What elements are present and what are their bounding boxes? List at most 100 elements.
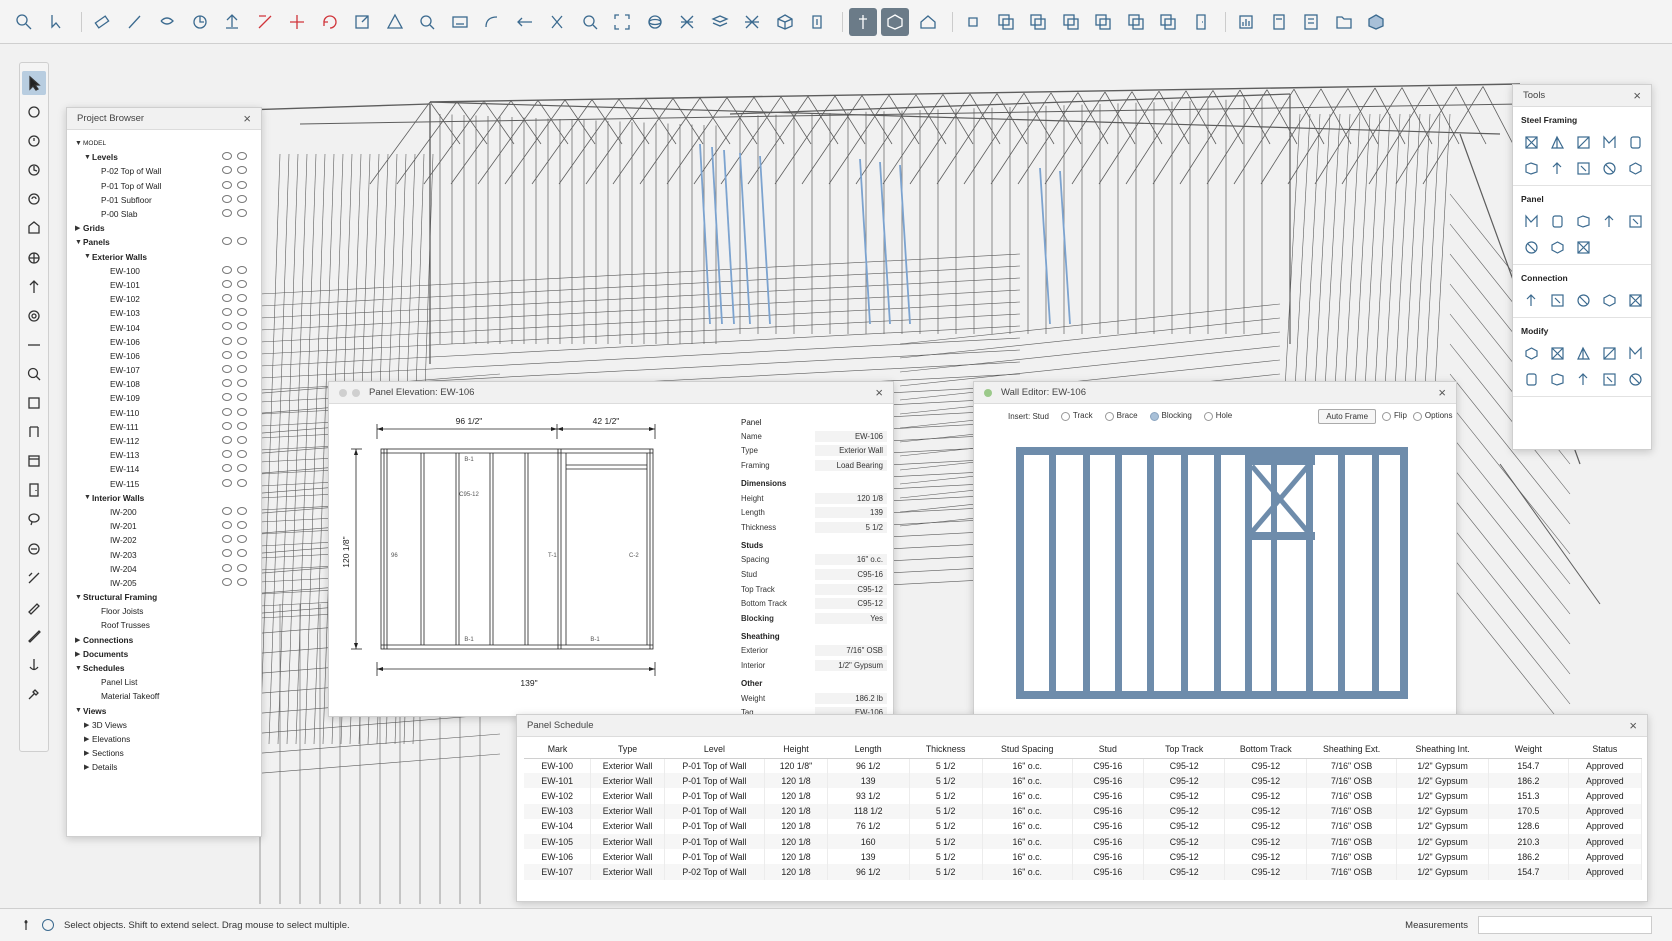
chevron-right-icon[interactable]: ▶ [84,763,92,771]
eraser-icon[interactable] [88,8,116,36]
line-icon[interactable] [22,333,46,357]
lock-icon[interactable] [237,166,247,175]
tool-icon[interactable] [1521,342,1541,364]
options-option[interactable]: Options [1412,411,1453,421]
auto-frame-button[interactable]: Auto Frame [1318,408,1377,424]
property-value[interactable]: 16" o.c. [815,554,887,566]
close-icon[interactable]: × [243,111,251,126]
box-icon[interactable] [881,7,909,36]
tag-icon[interactable] [22,216,46,240]
property-value[interactable]: 1/2" Gypsum [815,659,887,671]
eye-icon[interactable] [222,294,232,303]
door-icon[interactable] [1187,8,1215,36]
lock-icon[interactable] [237,365,247,373]
section-icon[interactable] [673,8,701,36]
chevron-down-icon[interactable]: ▼ [75,140,83,147]
radio-icon[interactable] [1412,411,1422,421]
tree-item[interactable]: ▼ Views [75,704,253,718]
target-icon[interactable] [22,304,46,328]
header[interactable] [1245,455,1315,465]
stud[interactable] [1338,448,1345,698]
eye-icon[interactable] [222,265,232,274]
tree-item[interactable]: IW-204 [75,562,253,576]
eye-icon[interactable] [222,350,232,359]
eye-icon[interactable] [222,279,232,288]
lasso-icon[interactable] [22,507,46,531]
eye-icon[interactable] [222,549,232,558]
chevron-down-icon[interactable]: ▼ [84,154,92,161]
tool-icon[interactable] [1599,342,1619,364]
tool-icon[interactable] [1547,289,1567,311]
eye-icon[interactable] [222,152,232,161]
table-row[interactable]: EW-100 Exterior Wall P-01 Top of Wall 120 1… [524,758,1643,774]
layers-icon[interactable] [706,8,734,36]
panel-d-icon[interactable] [1089,8,1117,36]
eye-icon[interactable] [222,208,232,217]
tool-icon[interactable] [1573,157,1593,179]
stud[interactable] [1083,448,1090,698]
refresh-icon[interactable] [316,8,344,36]
lock-icon[interactable] [237,421,247,430]
arrow-up-icon[interactable] [22,275,46,299]
column-header[interactable]: Mark [524,741,591,759]
tool-icon[interactable] [1625,289,1645,311]
eye-icon[interactable] [222,365,232,373]
history-icon[interactable] [22,158,46,182]
tree-item[interactable]: Panel List [75,675,253,689]
tool-icon[interactable] [1573,210,1593,232]
tree-item[interactable]: EW-107 [75,363,253,377]
column-header[interactable]: Height [764,741,828,759]
tool-icon[interactable] [1573,236,1593,258]
triangle-icon[interactable] [381,8,409,36]
tree-item[interactable]: Floor Joists [75,604,253,618]
eye-icon[interactable] [222,194,232,203]
column-header[interactable]: Thickness [909,741,983,759]
follow-icon[interactable] [543,8,571,36]
lock-icon[interactable] [237,549,247,558]
cube-icon[interactable] [771,8,799,36]
anchor-icon[interactable] [22,653,46,677]
lock-icon[interactable] [237,350,247,359]
chevron-down-icon[interactable]: ▼ [84,494,92,501]
eye-icon[interactable] [222,435,232,444]
tool-icon[interactable] [1521,289,1541,311]
tool-icon[interactable] [1573,289,1593,311]
eye-icon[interactable] [222,336,232,345]
panel-c-icon[interactable] [1057,8,1085,36]
tree-item[interactable]: IW-201 [75,519,253,533]
eye-icon[interactable] [222,166,232,175]
tool-icon[interactable] [1521,236,1541,258]
tree-item[interactable]: ▶ Grids [75,221,253,235]
pencil-icon[interactable] [22,595,46,619]
sheet-icon[interactable] [1265,8,1293,36]
measurements-input[interactable] [1478,916,1652,934]
stud[interactable] [1214,448,1221,698]
tool-icon[interactable] [1547,157,1567,179]
tool-icon[interactable] [1599,368,1619,390]
bracket-icon[interactable] [22,420,46,444]
tree-item[interactable]: ▼ Levels [75,150,253,164]
tree-item[interactable]: EW-103 [75,306,253,320]
property-value[interactable]: Exterior Wall [815,445,887,457]
table-row[interactable]: EW-102 Exterior Wall P-01 Top of Wall 120 1… [524,788,1643,804]
radio-icon[interactable] [1203,411,1213,421]
insert-option-blocking[interactable]: Blocking [1149,411,1192,421]
eye-icon[interactable] [222,535,232,544]
window-dot-icon[interactable] [339,388,347,397]
lock-icon[interactable] [237,464,247,473]
tool-icon[interactable] [1625,157,1645,179]
tree-item[interactable]: EW-108 [75,377,253,391]
tool-icon[interactable] [1625,368,1645,390]
stud[interactable] [1049,448,1056,698]
ruler-icon[interactable] [22,624,46,648]
column-header[interactable]: Bottom Track [1224,741,1307,759]
house-icon[interactable] [914,8,942,36]
tool-icon[interactable] [1625,131,1645,153]
pencil-icon[interactable] [121,8,149,36]
tool-icon[interactable] [1599,289,1619,311]
zoom-icon[interactable] [413,8,441,36]
tool-icon[interactable] [1573,131,1593,153]
eyedropper-icon[interactable] [22,682,46,706]
tree-item[interactable]: P-00 Slab [75,207,253,221]
diagonal-icon[interactable] [22,566,46,590]
